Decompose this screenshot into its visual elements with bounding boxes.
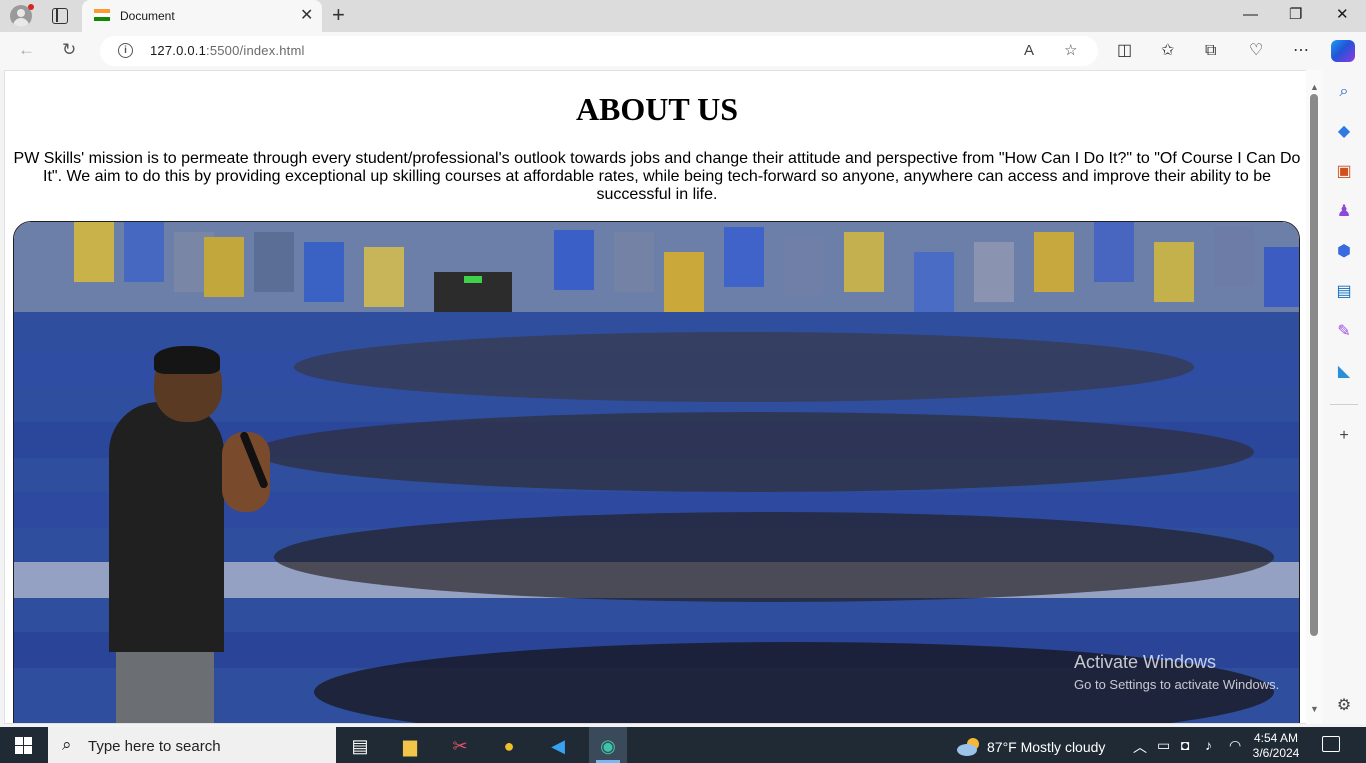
tab-document[interactable]: Document ✕	[82, 0, 322, 32]
file-explorer-icon[interactable]: ▆	[397, 733, 423, 759]
clock-time: 4:54 AM	[1253, 731, 1299, 745]
back-arrow-icon[interactable]: ←	[18, 40, 35, 60]
page-viewport: ABOUT US PW Skills' mission is to permea…	[4, 70, 1322, 724]
network-icon[interactable]: ◠	[1229, 737, 1241, 754]
browser-tab-bar: Document ✕ + — ❐ ✕	[0, 0, 1366, 32]
taskbar-search-placeholder: Type here to search	[88, 738, 221, 755]
speaker-hair	[154, 346, 220, 374]
india-flag-favicon-icon	[94, 9, 110, 21]
favorites-icon[interactable]: ✩	[1161, 41, 1174, 61]
sidebar-shopping-icon[interactable]: ◆	[1334, 122, 1354, 142]
settings-more-icon[interactable]: ⋯	[1293, 41, 1309, 61]
sidebar-tools-icon[interactable]: ▣	[1334, 162, 1354, 182]
activate-windows-subtitle: Go to Settings to activate Windows.	[1074, 677, 1280, 692]
sidebar-games-icon[interactable]: ♟	[1334, 202, 1354, 222]
taskbar-search-box[interactable]: ⌕ Type here to search	[48, 727, 336, 763]
show-hidden-icons-icon[interactable]: ︿	[1133, 737, 1147, 757]
activate-windows-title: Activate Windows	[1074, 652, 1217, 672]
sidebar-search-icon[interactable]: ⌕	[1334, 82, 1354, 102]
profile-notification-dot	[28, 4, 34, 10]
read-aloud-icon[interactable]: A	[1024, 41, 1034, 61]
page-scrollbar[interactable]: ▲ ▼	[1306, 70, 1322, 724]
address-bar[interactable]: i 127.0.0.1:5500/index.html A ☆	[100, 36, 1098, 66]
photo-exit-sign	[464, 276, 482, 283]
meet-now-icon[interactable]: ◘	[1181, 737, 1189, 753]
windows-taskbar: ⌕ Type here to search ▤ ▆ ✂ ● ◀ ◉ 87°F M…	[0, 727, 1366, 763]
split-screen-icon[interactable]: ◫	[1117, 41, 1132, 61]
weather-text[interactable]: 87°F Mostly cloudy	[987, 739, 1105, 755]
vscode-icon[interactable]: ◀	[545, 733, 571, 759]
close-window-icon[interactable]: ✕	[1336, 4, 1349, 26]
clock-date: 3/6/2024	[1252, 746, 1300, 760]
tab-actions-icon[interactable]	[52, 8, 68, 24]
restore-icon[interactable]: ❐	[1289, 4, 1302, 26]
sidebar-settings-icon[interactable]: ⚙	[1334, 696, 1354, 716]
volume-icon[interactable]: ♪	[1205, 737, 1212, 753]
scroll-thumb[interactable]	[1310, 94, 1318, 636]
page-title: ABOUT US	[575, 91, 739, 127]
search-icon: ⌕	[62, 735, 72, 754]
edge-sidebar: ⌕ ◆ ▣ ♟ ⬢ ▤ ✎ ◣ + ⚙	[1322, 70, 1366, 724]
scroll-up-icon[interactable]: ▲	[1310, 82, 1319, 92]
refresh-icon[interactable]: ↻	[62, 40, 76, 60]
mission-paragraph: PW Skills' mission is to permeate throug…	[13, 150, 1301, 203]
tab-title: Document	[120, 9, 175, 23]
site-info-icon[interactable]: i	[118, 43, 133, 58]
speaker-body	[109, 402, 224, 652]
scroll-down-icon[interactable]: ▼	[1310, 704, 1319, 714]
minimize-icon[interactable]: —	[1243, 4, 1258, 26]
sidebar-outlook-icon[interactable]: ▤	[1334, 282, 1354, 302]
task-view-icon[interactable]: ▤	[347, 733, 373, 759]
sidebar-drop-icon[interactable]: ◣	[1334, 362, 1354, 382]
new-tab-icon[interactable]: +	[332, 4, 345, 26]
taskbar-clock[interactable]: 4:54 AM 3/6/2024	[1252, 731, 1300, 761]
tab-close-icon[interactable]: ✕	[300, 6, 313, 26]
chrome-icon[interactable]: ●	[496, 733, 522, 759]
sidebar-m365-icon[interactable]: ⬢	[1334, 242, 1354, 262]
windows-start-icon[interactable]	[15, 737, 32, 754]
sidebar-add-icon[interactable]: +	[1334, 426, 1354, 446]
browser-essentials-icon[interactable]: ♡	[1249, 41, 1263, 61]
collections-icon[interactable]: ⧉	[1205, 41, 1216, 61]
speaker-legs	[116, 647, 214, 723]
snipping-tool-icon[interactable]: ✂	[447, 733, 473, 759]
sidebar-divider	[1330, 404, 1358, 405]
favorite-star-icon[interactable]: ☆	[1064, 41, 1077, 61]
cloudy-weather-icon[interactable]	[955, 736, 983, 756]
browser-nav-bar: ← ↻ i 127.0.0.1:5500/index.html A ☆ ◫ ✩ …	[0, 32, 1366, 70]
sidebar-designer-icon[interactable]: ✎	[1334, 322, 1354, 342]
auditorium-photo	[13, 221, 1300, 723]
copilot-icon[interactable]	[1331, 40, 1355, 62]
battery-icon[interactable]: ▭	[1157, 737, 1170, 754]
url-text[interactable]: 127.0.0.1:5500/index.html	[150, 43, 305, 58]
edge-icon[interactable]: ◉	[595, 733, 621, 759]
notification-center-icon[interactable]	[1322, 736, 1340, 752]
